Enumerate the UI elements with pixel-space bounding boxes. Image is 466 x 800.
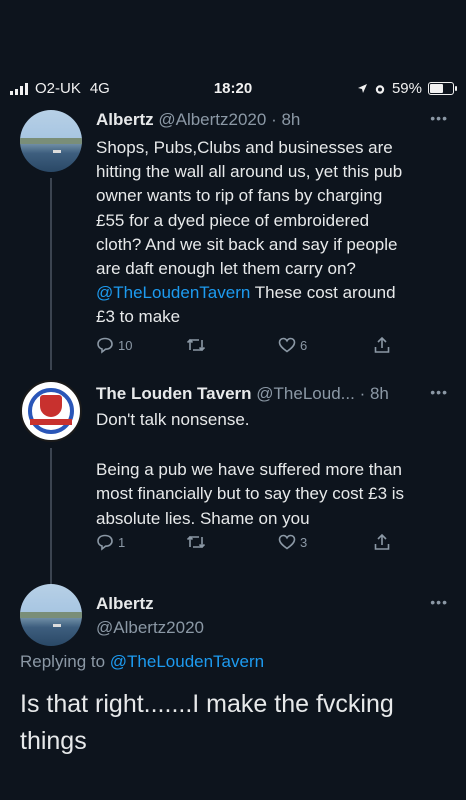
text-line: Don't talk nonsense. — [96, 410, 250, 429]
tweet-actions: 1 3 — [96, 533, 396, 555]
thread-line — [50, 448, 52, 588]
location-icon — [357, 84, 367, 93]
retweet-button[interactable] — [186, 336, 210, 354]
author-name[interactable]: Albertz — [96, 594, 204, 614]
text-line: hitting the wall all around us, yet this… — [96, 162, 403, 182]
avatar[interactable] — [20, 584, 82, 646]
author-name[interactable]: Albertz — [96, 110, 154, 129]
reply-count: 10 — [118, 337, 133, 353]
tweet-text: Shops, Pubs,Clubs and businesses are hit… — [96, 136, 446, 330]
reply-count: 1 — [118, 534, 126, 550]
text-line: things — [20, 727, 87, 755]
like-count: 3 — [300, 534, 308, 550]
text-line: £55 for a dyed piece of embroidered — [96, 210, 370, 230]
text-line: cloth? And we sit back and say if people — [96, 234, 398, 254]
reply-icon — [97, 337, 113, 354]
thread-line — [50, 178, 52, 370]
share-button[interactable] — [373, 533, 391, 551]
author-handle[interactable]: @TheLoud... — [256, 384, 355, 403]
replying-to: Replying to @TheLoudenTavern — [20, 652, 264, 672]
retweet-button[interactable] — [186, 533, 210, 551]
share-icon — [374, 336, 390, 353]
text-line: £3 to make — [96, 307, 181, 327]
author-name[interactable]: The Louden Tavern — [96, 384, 252, 403]
text-line: Shops, Pubs,Clubs and businesses are — [96, 138, 393, 157]
like-count: 6 — [300, 337, 308, 353]
share-icon — [374, 533, 390, 550]
retweet-icon — [186, 338, 206, 352]
status-bar: O2-UK 4G 18:20 59% — [0, 78, 466, 100]
text-line: most financially but to say they cost £3… — [96, 484, 405, 504]
reply-icon — [97, 534, 113, 551]
text-line: Is that right.......I make the fvcking — [20, 690, 394, 718]
text-line: @TheLoudenTavern These cost around — [96, 281, 446, 305]
text-fragment: These cost around — [250, 283, 396, 303]
tweet-text: Don't talk nonsense. Being a pub we have… — [96, 408, 446, 531]
tweet-time: · 8h — [271, 110, 301, 129]
like-icon — [278, 337, 296, 353]
retweet-icon — [186, 535, 206, 549]
replying-label: Replying to — [20, 652, 110, 671]
author-handle[interactable]: @Albertz2020 — [158, 110, 266, 129]
tweet-actions: 10 6 — [96, 336, 396, 358]
tweet-header: Albertz @Albertz2020 — [96, 594, 204, 638]
reply-button[interactable]: 10 — [96, 336, 132, 354]
more-icon[interactable]: ••• — [430, 110, 448, 126]
text-line: absolute lies. Shame on you — [96, 508, 310, 528]
text-line: Being a pub we have suffered more than — [96, 460, 402, 480]
battery-percent: 59% — [391, 80, 422, 97]
avatar[interactable] — [20, 110, 82, 172]
alarm-icon — [375, 84, 385, 94]
tweet-header: The Louden Tavern @TheLoud... · 8h — [96, 384, 389, 404]
mention-link[interactable]: @TheLoudenTavern — [110, 652, 264, 671]
more-icon[interactable]: ••• — [430, 594, 448, 610]
like-button[interactable]: 6 — [278, 336, 307, 354]
battery-icon — [428, 82, 457, 95]
reply-button[interactable]: 1 — [96, 533, 125, 551]
text-line: owner wants to rip of fans by charging — [96, 186, 383, 206]
more-icon[interactable]: ••• — [430, 384, 448, 400]
author-handle[interactable]: @Albertz2020 — [96, 618, 204, 638]
status-right: 59% — [357, 80, 457, 97]
share-button[interactable] — [373, 336, 391, 354]
like-button[interactable]: 3 — [278, 533, 307, 551]
mention-link[interactable]: @TheLoudenTavern — [96, 283, 250, 302]
text-line: are daft enough let them carry on? — [96, 259, 356, 279]
like-icon — [278, 534, 296, 550]
avatar[interactable] — [20, 380, 82, 442]
text-line — [96, 432, 446, 458]
tweet-text: Is that right.......I make the fvcking t… — [20, 686, 450, 760]
tweet-header: Albertz @Albertz2020 · 8h — [96, 110, 300, 130]
tweet-time: · 8h — [359, 384, 389, 403]
